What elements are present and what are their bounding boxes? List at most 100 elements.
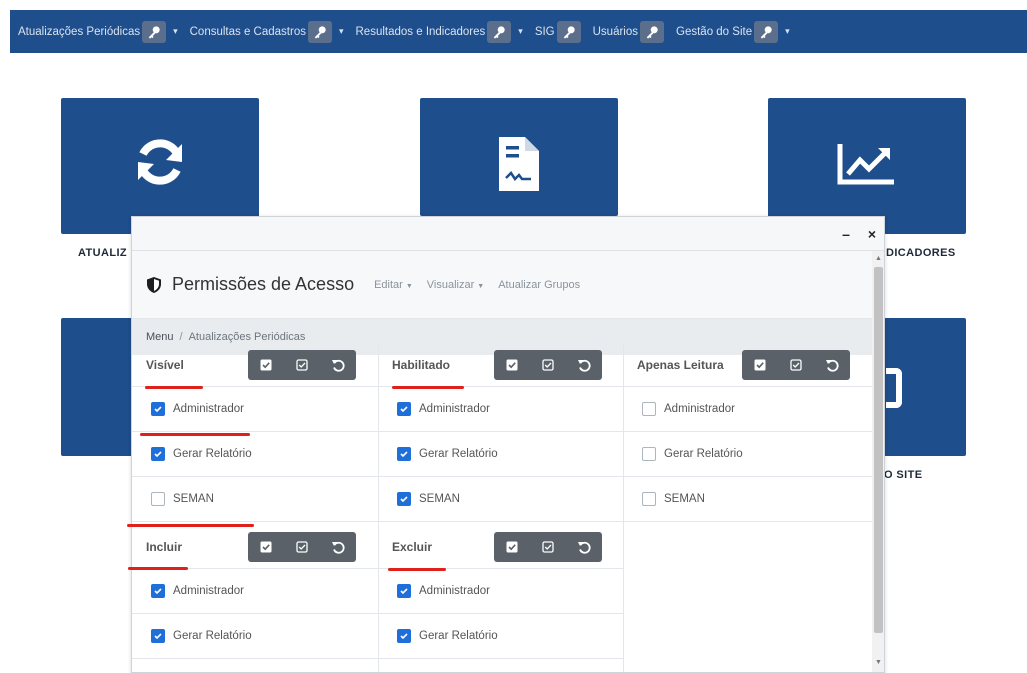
chevron-down-icon[interactable]: ▾ <box>785 26 790 37</box>
checkbox-unchecked[interactable] <box>151 492 165 506</box>
key-icon[interactable] <box>640 20 665 43</box>
panel-title: Incluir <box>146 539 183 554</box>
permission-row[interactable]: Gerar Relatório <box>378 614 624 659</box>
check-all-button[interactable] <box>494 532 530 562</box>
reset-button[interactable] <box>814 350 850 380</box>
modal-scrollbar[interactable]: ▲ ▼ <box>872 251 884 672</box>
annotation-underline <box>388 568 446 571</box>
bulk-action-group <box>248 349 356 380</box>
nav-label[interactable]: Consultas e Cadastros <box>190 26 306 38</box>
permission-row[interactable]: Administrador <box>378 387 624 432</box>
check-all-button[interactable] <box>248 350 284 380</box>
group-label: Administrador <box>173 585 244 597</box>
undo-icon <box>578 541 591 554</box>
nav-label[interactable]: Atualizações Periódicas <box>18 26 140 38</box>
menu-editar[interactable]: Editar ▼ <box>374 279 413 291</box>
chevron-down-icon[interactable]: ▾ <box>339 26 344 37</box>
annotation-underline <box>128 567 188 570</box>
group-label: Administrador <box>419 403 490 415</box>
checkbox-checked[interactable] <box>397 447 411 461</box>
scroll-up-icon[interactable]: ▲ <box>872 253 884 265</box>
modal-titlebar[interactable] <box>132 217 884 251</box>
modal-header: Permissões de Acesso Editar ▼ Visualizar ▼… <box>132 251 872 319</box>
checkbox-checked[interactable] <box>397 584 411 598</box>
reset-button[interactable] <box>320 532 356 562</box>
checkbox-checked[interactable] <box>151 629 165 643</box>
nav-item-sig[interactable]: SIG <box>535 20 581 43</box>
toggle-all-button[interactable] <box>284 350 320 380</box>
panel-excluir: Excluir Administrador Gerar Relatório <box>378 525 624 659</box>
permission-row[interactable]: SEMAN <box>623 477 872 522</box>
tile-atualizacoes[interactable] <box>61 98 259 234</box>
nav-label[interactable]: SIG <box>535 26 555 38</box>
scroll-down-icon[interactable]: ▼ <box>872 657 884 669</box>
tile-resultados[interactable] <box>768 98 966 234</box>
checkbox-unchecked[interactable] <box>642 447 656 461</box>
key-icon[interactable] <box>556 20 581 43</box>
chevron-down-icon[interactable]: ▾ <box>173 26 178 37</box>
checkbox-checked[interactable] <box>397 629 411 643</box>
document-signature-icon <box>499 137 539 191</box>
checkbox-checked[interactable] <box>397 492 411 506</box>
nav-item-usuarios[interactable]: Usuários <box>593 20 665 43</box>
checkbox-unchecked[interactable] <box>642 492 656 506</box>
group-label: Administrador <box>173 403 244 415</box>
permission-row[interactable]: Gerar Relatório <box>623 432 872 477</box>
checkbox-checked[interactable] <box>151 402 165 416</box>
check-all-button[interactable] <box>248 532 284 562</box>
key-icon[interactable] <box>754 20 779 43</box>
toggle-all-button[interactable] <box>530 350 566 380</box>
reset-button[interactable] <box>566 350 602 380</box>
nav-label[interactable]: Gestão do Site <box>676 26 752 38</box>
permission-row[interactable]: SEMAN <box>378 477 624 522</box>
checkbox-unchecked[interactable] <box>642 402 656 416</box>
key-icon[interactable] <box>307 20 332 43</box>
nav-item-resultados[interactable]: Resultados e Indicadores ▾ <box>356 20 523 43</box>
panel-incluir: Incluir Administrador Gerar Relatório <box>132 525 378 659</box>
shield-icon <box>147 276 161 293</box>
permission-row[interactable]: Administrador <box>378 569 624 614</box>
key-icon[interactable] <box>142 20 167 43</box>
reset-button[interactable] <box>320 350 356 380</box>
tile-consultas[interactable] <box>420 98 618 216</box>
chevron-down-icon[interactable]: ▾ <box>518 26 523 37</box>
reset-button[interactable] <box>566 532 602 562</box>
menu-visualizar[interactable]: Visualizar ▼ <box>427 279 484 291</box>
permission-row[interactable]: SEMAN <box>132 477 378 522</box>
panel-header: Excluir <box>378 525 624 569</box>
nav-label[interactable]: Resultados e Indicadores <box>356 26 486 38</box>
permission-row[interactable]: Gerar Relatório <box>132 614 378 659</box>
nav-label[interactable]: Usuários <box>593 26 638 38</box>
breadcrumb-root[interactable]: Menu <box>146 331 174 343</box>
scrollbar-thumb[interactable] <box>874 267 883 633</box>
checkbox-checked[interactable] <box>151 584 165 598</box>
checkbox-checked[interactable] <box>397 402 411 416</box>
permission-row[interactable]: Gerar Relatório <box>132 432 378 477</box>
permission-row[interactable]: Gerar Relatório <box>378 432 624 477</box>
tile-label-resultados: DICADORES <box>886 247 956 259</box>
key-icon[interactable] <box>487 20 512 43</box>
toggle-all-button[interactable] <box>778 350 814 380</box>
check-square-icon <box>506 359 518 370</box>
checkbox-checked[interactable] <box>151 447 165 461</box>
nav-item-atualizacoes[interactable]: Atualizações Periódicas ▾ <box>18 20 178 43</box>
undo-icon <box>332 359 345 372</box>
check-all-button[interactable] <box>494 350 530 380</box>
panel-apenas-leitura: Apenas Leitura Administrador Gerar Relat… <box>623 343 872 522</box>
toggle-all-button[interactable] <box>284 532 320 562</box>
undo-icon <box>332 541 345 554</box>
minimize-button[interactable]: – <box>836 223 856 245</box>
close-button[interactable]: × <box>862 223 882 245</box>
permission-row[interactable]: Administrador <box>132 569 378 614</box>
permission-row[interactable]: Administrador <box>132 387 378 432</box>
nav-item-gestao-site[interactable]: Gestão do Site ▾ <box>676 20 790 43</box>
toggle-all-button[interactable] <box>530 532 566 562</box>
nav-item-consultas[interactable]: Consultas e Cadastros ▾ <box>190 20 344 43</box>
bulk-action-group <box>494 531 602 562</box>
menu-atualizar-grupos[interactable]: Atualizar Grupos <box>498 279 580 291</box>
check-all-button[interactable] <box>742 350 778 380</box>
bulk-action-group <box>248 531 356 562</box>
check-square-outline-icon <box>296 358 308 371</box>
panel-title: Excluir <box>392 539 433 554</box>
permission-row[interactable]: Administrador <box>623 387 872 432</box>
